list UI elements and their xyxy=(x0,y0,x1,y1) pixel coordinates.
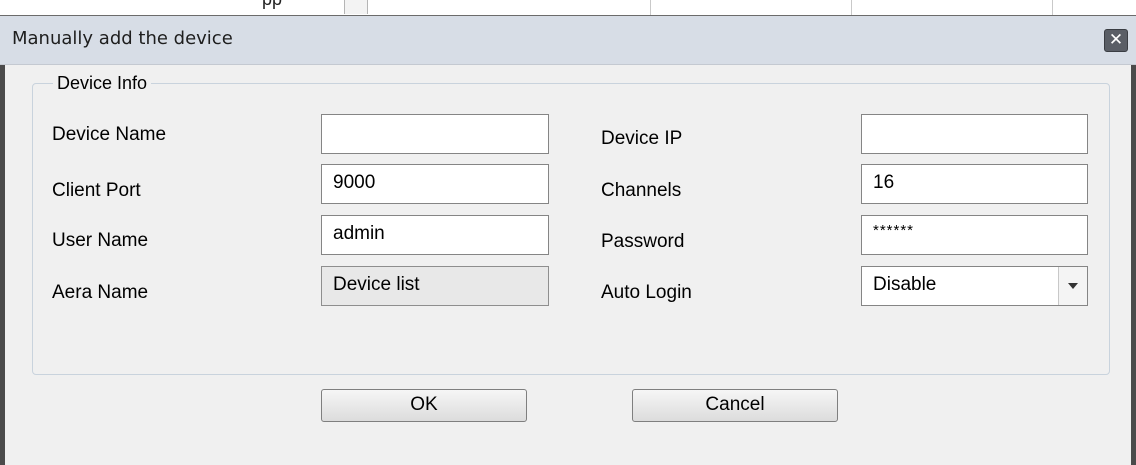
area-name-field: Device list xyxy=(321,266,549,306)
background-window-strip: pp xyxy=(0,0,1136,15)
area-name-label: Aera Name xyxy=(52,282,149,303)
auto-login-select[interactable]: Disable xyxy=(861,266,1088,306)
device-name-input[interactable] xyxy=(321,114,549,154)
channels-label: Channels xyxy=(601,180,682,201)
device-ip-label: Device IP xyxy=(601,128,683,149)
client-port-input[interactable]: 9000 xyxy=(321,164,549,204)
background-window-divider xyxy=(650,0,651,15)
device-info-group-title: Device Info xyxy=(53,73,152,94)
close-icon: ✕ xyxy=(1108,30,1124,50)
background-window-divider xyxy=(851,0,852,15)
device-ip-input[interactable] xyxy=(861,114,1088,154)
user-name-input[interactable]: admin xyxy=(321,215,549,255)
user-name-label: User Name xyxy=(52,230,149,251)
screen: pp Manually add the device ✕ Device Info… xyxy=(0,0,1136,465)
password-label: Password xyxy=(601,231,685,252)
device-name-label: Device Name xyxy=(52,124,167,145)
cancel-button[interactable]: Cancel xyxy=(632,389,838,422)
background-window-column-header xyxy=(344,0,368,14)
password-input[interactable]: ****** xyxy=(861,215,1088,255)
auto-login-label: Auto Login xyxy=(601,282,692,303)
dialog-title-bar[interactable]: Manually add the device ✕ xyxy=(0,15,1136,65)
close-button[interactable]: ✕ xyxy=(1104,29,1128,52)
ok-button[interactable]: OK xyxy=(321,389,527,422)
dialog-title: Manually add the device xyxy=(12,28,233,49)
background-window-text: pp xyxy=(262,0,282,10)
client-port-label: Client Port xyxy=(52,180,141,201)
background-window-divider xyxy=(1052,0,1053,15)
chevron-down-icon[interactable] xyxy=(1058,267,1087,305)
auto-login-selected-value: Disable xyxy=(873,274,937,295)
channels-input[interactable]: 16 xyxy=(861,164,1088,204)
